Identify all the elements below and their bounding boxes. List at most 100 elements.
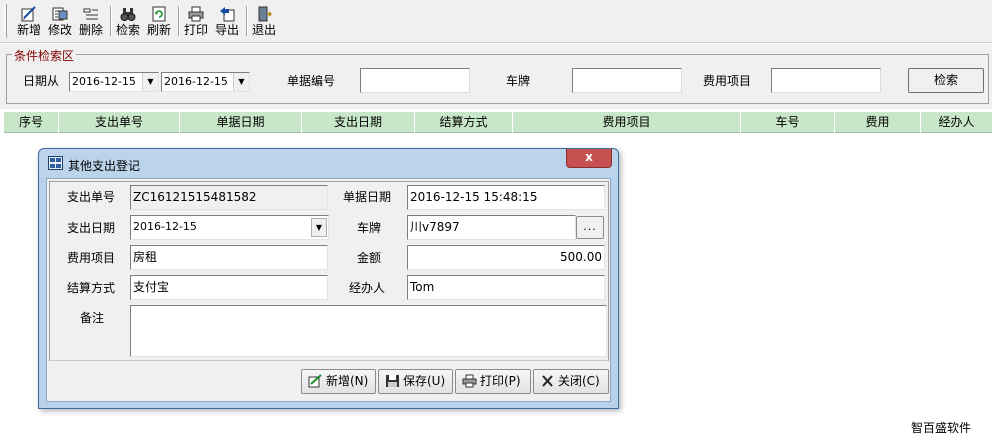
- binoculars-icon: [120, 8, 136, 21]
- search-button-label: 检索: [115, 23, 140, 37]
- plate-label: 车牌: [357, 221, 382, 235]
- remark-label: 备注: [80, 311, 105, 325]
- export-button[interactable]: 导出: [211, 4, 243, 40]
- plate-label: 车牌: [506, 74, 531, 88]
- column-header-expense-item[interactable]: 费用项目: [513, 112, 741, 133]
- refresh-button-label: 刷新: [146, 23, 171, 37]
- expense-item-label: 费用项目: [67, 251, 116, 265]
- dialog-title: 其他支出登记: [68, 159, 141, 173]
- column-header-cost[interactable]: 费用: [835, 112, 921, 133]
- toolbar-grip[interactable]: [4, 4, 7, 38]
- settlement-field[interactable]: 支付宝: [130, 275, 328, 300]
- print-button[interactable]: 打印: [180, 4, 212, 40]
- expense-date-picker[interactable]: 2016-12-15 ▼: [130, 215, 329, 240]
- delete-icon: [83, 8, 98, 20]
- expense-no-value: ZC16121515481582: [133, 190, 257, 204]
- dialog-titlebar[interactable]: 其他支出登记 x: [39, 149, 618, 177]
- new-button-label: 新增: [16, 23, 41, 37]
- plate-field[interactable]: 川v7897: [407, 215, 576, 240]
- toolbar: 新增 修改 删除 检索 刷新 打印 导出 退出: [0, 0, 992, 43]
- close-icon: x: [585, 150, 593, 164]
- browse-label: ...: [583, 220, 597, 233]
- settlement-label: 结算方式: [67, 281, 116, 295]
- date-from-label: 日期从: [23, 74, 60, 88]
- export-button-label: 导出: [214, 23, 239, 37]
- refresh-button[interactable]: 刷新: [143, 4, 175, 40]
- dialog-new-label: 新增(N): [326, 374, 369, 388]
- doc-no-label: 单据编号: [287, 74, 336, 88]
- delete-button[interactable]: 删除: [75, 4, 107, 40]
- export-icon: [220, 7, 235, 22]
- dialog-save-button[interactable]: 保存(U): [378, 369, 453, 394]
- plate-value: 川v7897: [410, 220, 460, 234]
- expense-date-label: 支出日期: [67, 221, 116, 235]
- expense-item-value: 房租: [133, 250, 158, 264]
- date-to-picker[interactable]: 2016-12-15 ▼: [161, 72, 250, 92]
- column-header-settlement[interactable]: 结算方式: [415, 112, 513, 133]
- search-area: 条件检索区 日期从 2016-12-15 ▼ 2016-12-15 ▼ 单据编号…: [0, 44, 992, 109]
- doc-date-label: 单据日期: [343, 190, 392, 204]
- remark-field[interactable]: [130, 305, 607, 357]
- expense-item-field[interactable]: 房租: [130, 245, 328, 270]
- handler-value: Tom: [410, 280, 435, 294]
- search-group-title: 条件检索区: [12, 47, 77, 64]
- dialog-body: 支出单号 ZC16121515481582 单据日期 2016-12-15 15…: [46, 178, 611, 402]
- save-disk-icon: [386, 374, 399, 387]
- date-to-value: 2016-12-15: [164, 75, 228, 88]
- edit-button-label: 修改: [47, 23, 72, 37]
- delete-button-label: 删除: [78, 23, 103, 37]
- chevron-down-icon[interactable]: ▼: [311, 218, 327, 237]
- handler-field[interactable]: Tom: [407, 275, 605, 300]
- column-header-expense-date[interactable]: 支出日期: [302, 112, 415, 133]
- dialog-new-button[interactable]: 新增(N): [301, 369, 376, 394]
- plate-browse-button[interactable]: ...: [576, 216, 604, 239]
- search-submit-button[interactable]: 检索: [908, 68, 984, 93]
- column-header-doc-date[interactable]: 单据日期: [180, 112, 302, 133]
- amount-field[interactable]: 500.00: [407, 245, 605, 270]
- chevron-down-icon[interactable]: ▼: [142, 73, 158, 91]
- plate-input[interactable]: [572, 68, 682, 93]
- chevron-down-icon[interactable]: ▼: [233, 73, 249, 91]
- dialog-close-label: 关闭(C): [558, 374, 600, 388]
- dialog-print-button[interactable]: 打印(P): [455, 369, 531, 394]
- brand-text: 智百盛软件: [911, 421, 972, 435]
- column-header-handler[interactable]: 经办人: [921, 112, 992, 133]
- expense-item-input[interactable]: [771, 68, 881, 93]
- dialog-print-label: 打印(P): [480, 374, 521, 388]
- column-header-seq[interactable]: 序号: [4, 112, 59, 133]
- dialog-close-action-button[interactable]: 关闭(C): [533, 369, 609, 394]
- edit-icon: [52, 7, 68, 21]
- date-from-value: 2016-12-15: [72, 75, 136, 88]
- dialog-form-panel: 支出单号 ZC16121515481582 单据日期 2016-12-15 15…: [49, 181, 609, 361]
- column-header-expense-no[interactable]: 支出单号: [59, 112, 180, 133]
- column-header-vehicle-no[interactable]: 车号: [741, 112, 835, 133]
- doc-date-value: 2016-12-15 15:48:15: [410, 190, 538, 204]
- handler-label: 经办人: [349, 281, 386, 295]
- new-entry-icon: [21, 6, 36, 22]
- search-button[interactable]: 检索: [112, 4, 144, 40]
- doc-no-input[interactable]: [360, 68, 470, 93]
- date-from-picker[interactable]: 2016-12-15 ▼: [69, 72, 159, 92]
- new-entry-icon: [308, 373, 322, 387]
- dialog-save-label: 保存(U): [403, 374, 446, 388]
- expense-no-label: 支出单号: [67, 190, 116, 204]
- expense-item-label: 费用项目: [703, 74, 752, 88]
- expense-date-value: 2016-12-15: [133, 220, 197, 233]
- print-button-label: 打印: [183, 23, 208, 37]
- exit-door-icon: [258, 6, 272, 22]
- doc-date-field[interactable]: 2016-12-15 15:48:15: [407, 185, 605, 210]
- printer-icon: [462, 374, 477, 387]
- new-button[interactable]: 新增: [13, 4, 45, 40]
- amount-label: 金额: [357, 251, 382, 265]
- close-icon: [542, 374, 553, 387]
- dialog-close-button[interactable]: x: [566, 149, 612, 168]
- grid-header: 序号 支出单号 单据日期 支出日期 结算方式 费用项目 车号 费用 经办人: [4, 112, 992, 133]
- printer-icon: [188, 6, 204, 22]
- window-app-icon: [48, 156, 63, 170]
- edit-button[interactable]: 修改: [44, 4, 76, 40]
- amount-value: 500.00: [560, 250, 602, 264]
- expense-no-field[interactable]: ZC16121515481582: [130, 185, 328, 210]
- refresh-icon: [152, 6, 166, 22]
- exit-button-label: 退出: [251, 23, 276, 37]
- exit-button[interactable]: 退出: [248, 4, 280, 40]
